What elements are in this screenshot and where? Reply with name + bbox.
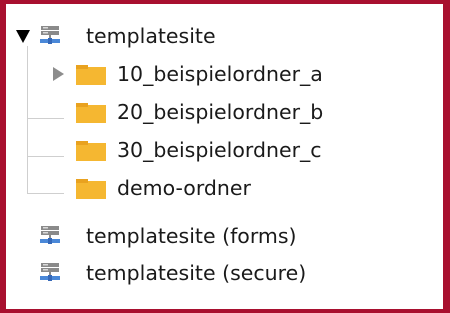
tree-node-label: 10_beispielordner_a	[117, 62, 323, 86]
expand-arrow-icon[interactable]	[53, 67, 64, 81]
tree-node-label: templatesite (forms)	[86, 224, 297, 248]
tree-node-folder[interactable]: demo-ordner	[10, 170, 430, 206]
folder-icon	[76, 63, 106, 85]
folder-icon	[76, 139, 106, 161]
tree-node-label: 20_beispielordner_b	[117, 100, 324, 124]
folder-icon	[76, 101, 106, 123]
site-tree: templatesite 10_beispielordner_a 20_beis…	[0, 0, 450, 313]
tree-node-folder[interactable]: 10_beispielordner_a	[10, 56, 430, 92]
folder-icon	[76, 177, 106, 199]
tree-node-site-secure[interactable]: templatesite (secure)	[10, 255, 430, 291]
tree-node-folder[interactable]: 20_beispielordner_b	[10, 94, 430, 130]
server-icon	[39, 25, 61, 46]
tree-node-site-forms[interactable]: templatesite (forms)	[10, 218, 430, 254]
tree-node-label: templatesite	[86, 24, 216, 48]
tree-node-templatesite[interactable]: templatesite	[10, 18, 430, 54]
server-icon	[39, 262, 61, 283]
tree-node-folder[interactable]: 30_beispielordner_c	[10, 132, 430, 168]
server-icon	[39, 225, 61, 246]
tree-node-label: demo-ordner	[117, 176, 251, 200]
tree-node-label: 30_beispielordner_c	[117, 138, 322, 162]
collapse-arrow-icon[interactable]	[16, 30, 30, 43]
tree-node-label: templatesite (secure)	[86, 261, 307, 285]
